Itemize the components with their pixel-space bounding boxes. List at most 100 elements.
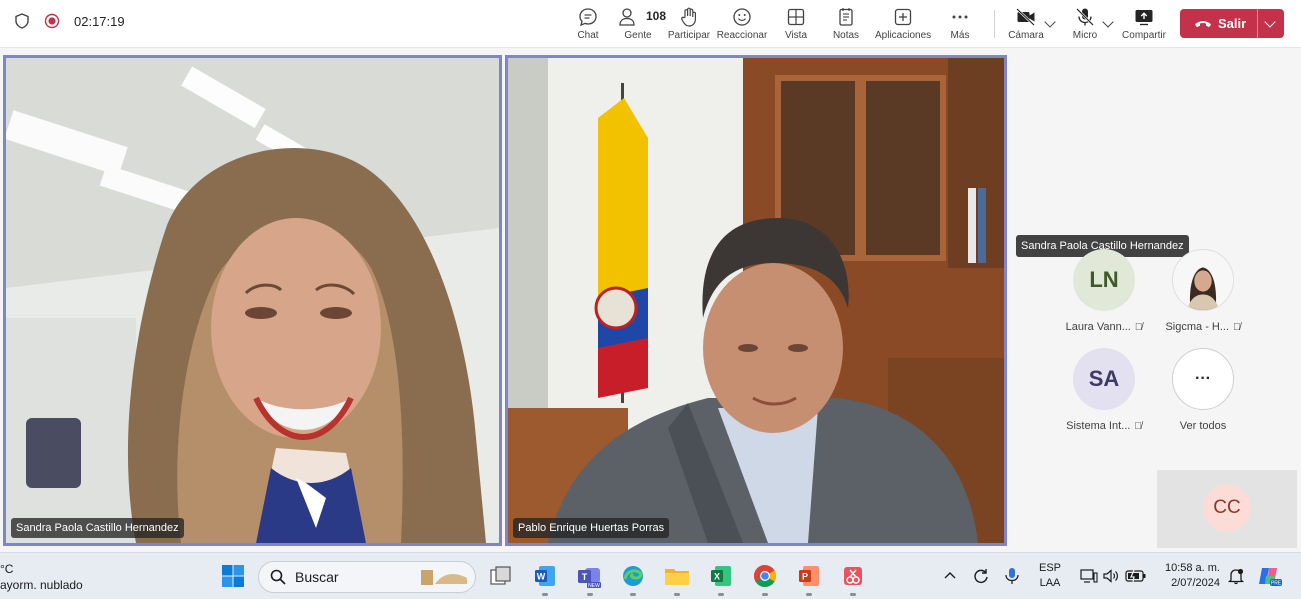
participant-item[interactable]: LN Laura Vann... 🎙̸ bbox=[1059, 249, 1149, 333]
taskbar-clock[interactable]: 10:58 a. m. 2/07/2024 bbox=[1150, 561, 1220, 591]
participant-name-text: Laura Vann... bbox=[1065, 321, 1131, 333]
sync-icon[interactable] bbox=[967, 562, 995, 590]
teams-icon[interactable]: T NEW bbox=[575, 562, 603, 590]
participant-item[interactable]: Sigcma - H... 🎙̸ bbox=[1158, 249, 1248, 333]
mic-label: Micro bbox=[1072, 30, 1098, 41]
view-button[interactable]: Vista bbox=[768, 6, 824, 44]
chat-button[interactable]: Chat bbox=[560, 6, 616, 44]
meeting-toolbar: 02:17:19 Chat 108 Gente Participar Reacc… bbox=[0, 0, 1301, 48]
self-video-tile[interactable]: CC bbox=[1157, 470, 1297, 548]
more-label: Más bbox=[950, 30, 970, 41]
leave-button[interactable]: Salir bbox=[1180, 9, 1258, 38]
mic-muted-icon: 🎙̸ bbox=[1134, 420, 1142, 432]
participant-name: Laura Vann... 🎙̸ bbox=[1059, 321, 1149, 333]
running-indicator bbox=[630, 593, 636, 596]
toolbar-divider bbox=[994, 10, 995, 38]
chrome-icon[interactable] bbox=[751, 562, 779, 590]
camera-button[interactable]: Cámara bbox=[998, 6, 1054, 44]
search-placeholder: Buscar bbox=[295, 569, 339, 585]
react-button[interactable]: Reaccionar bbox=[714, 6, 770, 44]
grid-icon bbox=[787, 8, 805, 26]
clock-date: 2/07/2024 bbox=[1171, 577, 1220, 589]
video-stage: Sandra Paola Castillo Hernandez Pablo En… bbox=[0, 49, 1301, 551]
battery-icon[interactable] bbox=[1122, 562, 1150, 590]
word-icon[interactable]: W bbox=[531, 562, 559, 590]
profile-photo bbox=[1173, 250, 1233, 310]
svg-text:X: X bbox=[714, 572, 720, 582]
participant-name: Sistema Int... 🎙̸ bbox=[1059, 420, 1149, 432]
people-icon bbox=[619, 8, 635, 26]
avatar bbox=[1172, 249, 1234, 311]
notification-bell-icon[interactable] bbox=[1222, 562, 1250, 590]
share-label: Compartir bbox=[1122, 30, 1166, 41]
chat-label: Chat bbox=[577, 30, 599, 41]
raise-hand-button[interactable]: Participar bbox=[661, 6, 717, 44]
copilot-icon[interactable]: PRE bbox=[1256, 562, 1284, 590]
participant-name-tag: Sandra Paola Castillo Hernandez bbox=[11, 518, 184, 538]
camera-label: Cámara bbox=[1008, 30, 1044, 41]
camera-off-icon bbox=[1016, 8, 1035, 26]
share-button[interactable]: Compartir bbox=[1116, 6, 1172, 44]
snipping-tool-icon[interactable] bbox=[839, 562, 867, 590]
running-indicator bbox=[674, 593, 680, 596]
mic-off-icon bbox=[1076, 8, 1094, 26]
self-avatar: CC bbox=[1203, 484, 1251, 532]
notes-button[interactable]: Notas bbox=[818, 6, 874, 44]
svg-text:PRE: PRE bbox=[1271, 581, 1282, 587]
notes-icon bbox=[839, 8, 853, 26]
svg-text:W: W bbox=[537, 572, 546, 582]
svg-text:NEW: NEW bbox=[588, 583, 600, 589]
chevron-up-icon[interactable] bbox=[936, 562, 964, 590]
leave-label: Salir bbox=[1218, 16, 1247, 31]
participant-item[interactable]: SA Sistema Int... 🎙̸ bbox=[1059, 348, 1149, 432]
file-explorer-icon[interactable] bbox=[663, 562, 691, 590]
view-label: Vista bbox=[784, 30, 808, 41]
people-button[interactable]: 108 Gente bbox=[610, 6, 666, 44]
running-indicator bbox=[718, 593, 724, 596]
language-code: ESP bbox=[1038, 562, 1061, 574]
leave-options-chevron[interactable] bbox=[1258, 9, 1284, 38]
input-language[interactable]: ESP LAA bbox=[1034, 561, 1066, 591]
add-app-icon bbox=[894, 8, 912, 26]
start-button[interactable] bbox=[219, 562, 247, 590]
microphone-icon[interactable] bbox=[998, 562, 1026, 590]
video-tile[interactable]: Sandra Paola Castillo Hernandez bbox=[3, 55, 502, 546]
windows-taskbar: °C ayorm. nublado Buscar W T NEW X P ESP… bbox=[0, 552, 1301, 599]
react-label: Reaccionar bbox=[716, 30, 768, 41]
participant-name-text: Sistema Int... bbox=[1066, 420, 1131, 432]
running-indicator bbox=[850, 593, 856, 596]
view-all-label: Ver todos bbox=[1179, 420, 1227, 432]
excel-icon[interactable]: X bbox=[707, 562, 735, 590]
weather-desc: ayorm. nublado bbox=[0, 578, 83, 592]
apps-label: Aplicaciones bbox=[875, 30, 932, 41]
hang-up-icon bbox=[1195, 20, 1211, 27]
running-indicator bbox=[762, 593, 768, 596]
taskbar-search[interactable]: Buscar bbox=[258, 561, 476, 593]
weather-temp: °C bbox=[0, 562, 14, 576]
meeting-status: 02:17:19 bbox=[14, 13, 125, 29]
powerpoint-icon[interactable]: P bbox=[795, 562, 823, 590]
svg-text:P: P bbox=[802, 572, 808, 582]
running-indicator bbox=[806, 593, 812, 596]
notes-label: Notas bbox=[832, 30, 860, 41]
participant-name: Sigcma - H... 🎙̸ bbox=[1158, 321, 1248, 333]
chat-icon bbox=[579, 8, 597, 27]
participant-name-text: Sigcma - H... bbox=[1165, 321, 1230, 333]
search-highlight-icon bbox=[421, 570, 467, 585]
leave-control: Salir bbox=[1180, 9, 1284, 38]
weather-widget[interactable]: °C ayorm. nublado bbox=[0, 561, 83, 593]
avatar: SA bbox=[1073, 348, 1135, 410]
apps-button[interactable]: Aplicaciones bbox=[875, 6, 931, 44]
people-label: Gente bbox=[624, 30, 652, 41]
video-tile[interactable]: Pablo Enrique Huertas Porras bbox=[505, 55, 1007, 546]
edge-icon[interactable] bbox=[619, 562, 647, 590]
more-dots-icon bbox=[952, 15, 968, 19]
raise-hand-label: Participar bbox=[667, 30, 711, 41]
participant-video bbox=[6, 58, 499, 543]
more-button[interactable]: Más bbox=[932, 6, 988, 44]
speaker-icon[interactable] bbox=[1097, 562, 1125, 590]
hand-icon bbox=[681, 7, 696, 27]
view-all-button[interactable]: ··· Ver todos bbox=[1158, 348, 1248, 432]
more-dots-icon: ··· bbox=[1172, 348, 1234, 410]
task-view-icon[interactable] bbox=[487, 562, 515, 590]
